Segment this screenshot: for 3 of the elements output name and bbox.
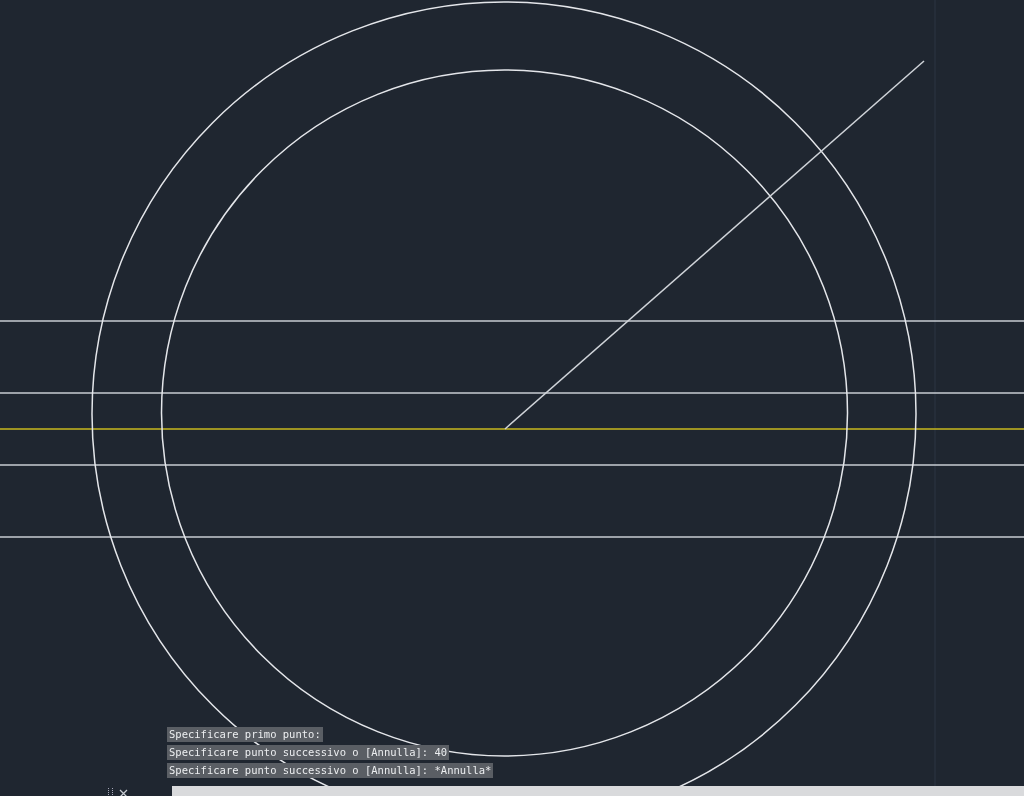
command-input-field[interactable] [172, 786, 1024, 796]
grip-icon[interactable] [108, 788, 113, 796]
close-icon[interactable] [119, 789, 128, 796]
